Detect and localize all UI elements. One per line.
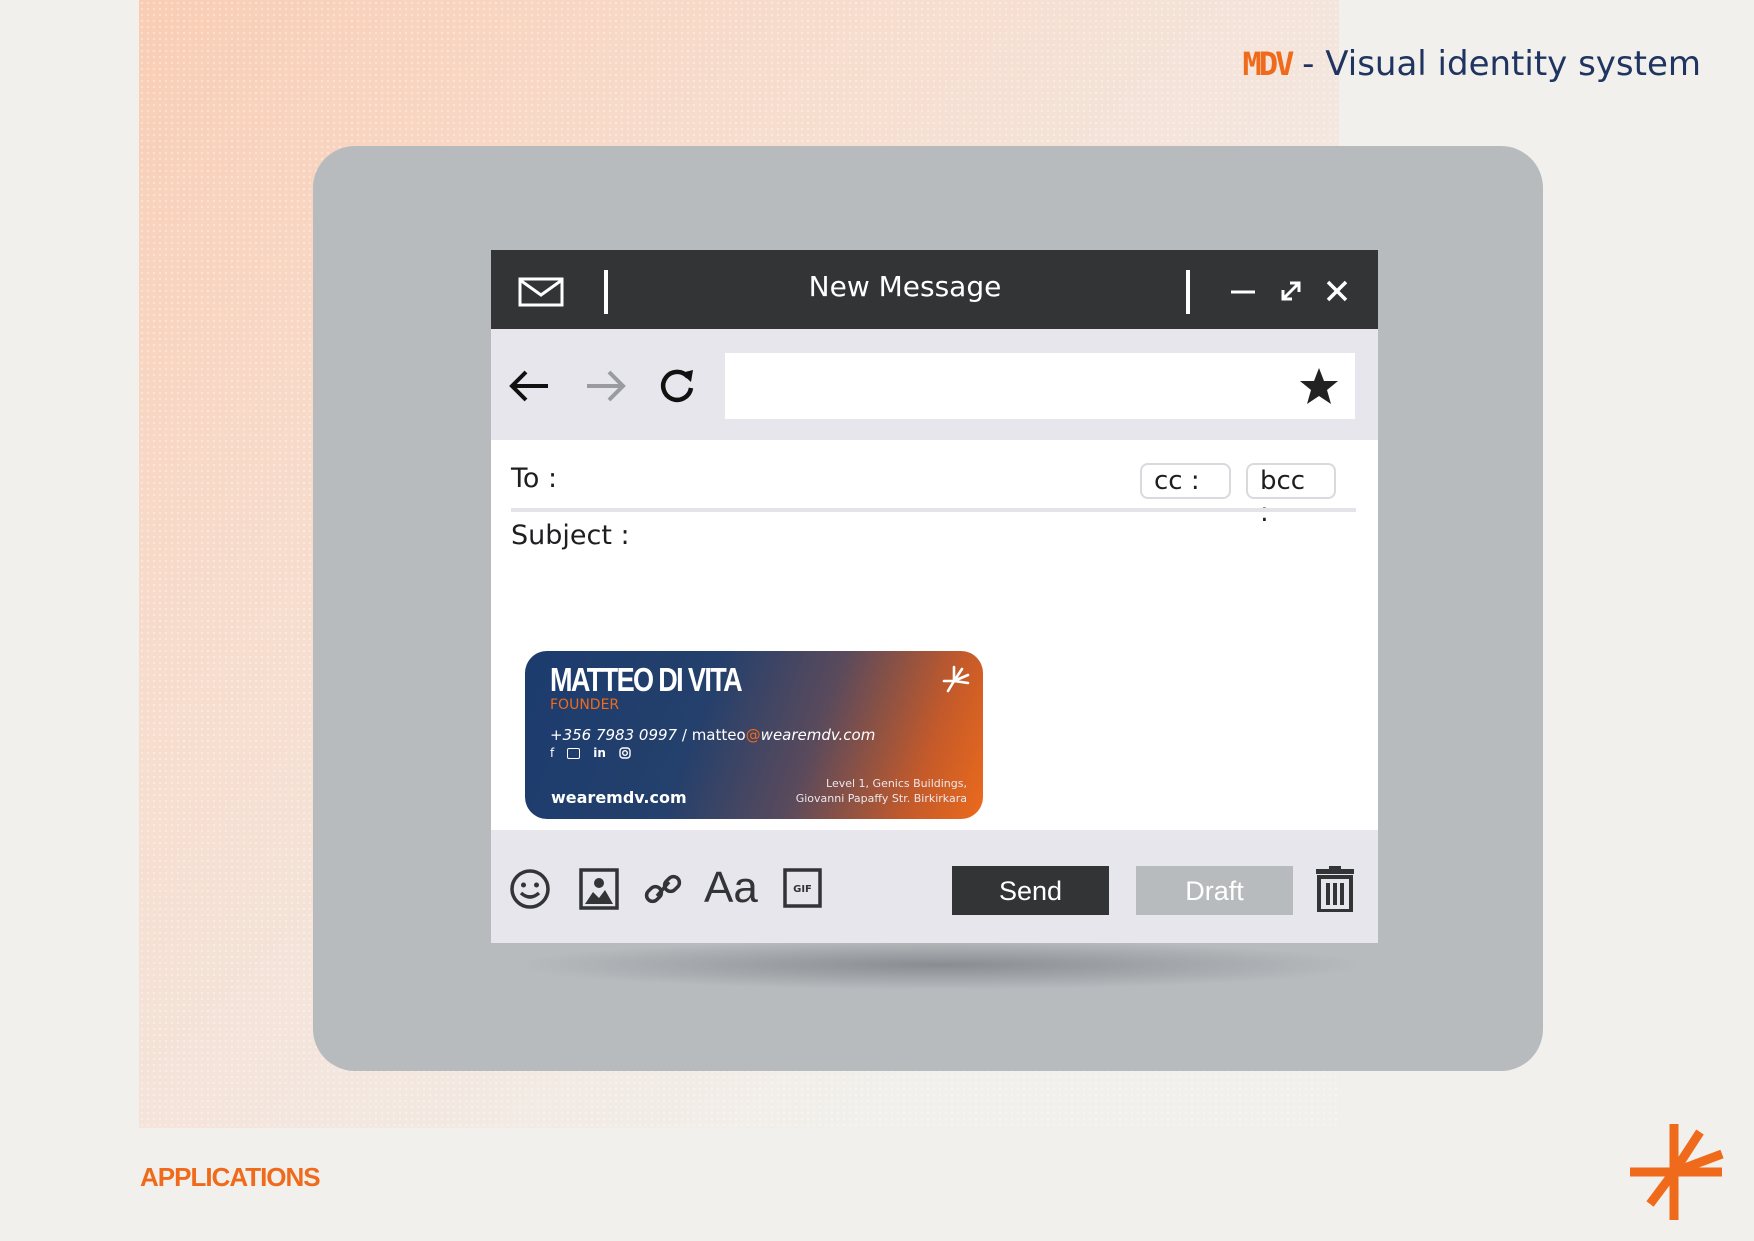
signature-email-domain: wearemdv.com: [760, 726, 876, 744]
trash-icon[interactable]: [1315, 866, 1355, 912]
brand-wordmark: MDV: [1242, 45, 1295, 83]
email-compose-window: New Message To: cc: bcc: Subject: MA…: [491, 250, 1378, 943]
send-button[interactable]: Send: [952, 866, 1109, 915]
page-header: MDV - Visual identity system: [1243, 44, 1701, 84]
field-divider: [511, 508, 1356, 512]
section-label: APPLICATIONS: [140, 1162, 321, 1192]
signature-phone: +356 7983 0997: [550, 726, 678, 744]
signature-website: wearemdv.com: [551, 788, 687, 807]
window-title: New Message: [808, 270, 1002, 303]
contact-separator: /: [677, 726, 692, 744]
text-format-button[interactable]: Aa: [704, 866, 758, 910]
signature-address: Level 1, Genics Buildings, Giovanni Papa…: [796, 776, 967, 806]
gif-icon[interactable]: GIF: [783, 868, 822, 908]
linkedin-icon[interactable]: in: [593, 746, 606, 760]
window-shadow: [510, 940, 1370, 990]
signature-role: FOUNDER: [550, 697, 620, 713]
maximize-icon[interactable]: [1276, 276, 1306, 306]
brand-burst-icon: [1630, 1124, 1724, 1220]
email-signature-card: MATTEO DI VITA FOUNDER +356 7983 0997 / …: [525, 651, 983, 819]
image-icon[interactable]: [579, 868, 619, 910]
header-separator: -: [1291, 44, 1326, 84]
signature-social-links: f in: [550, 746, 631, 760]
signature-contact: +356 7983 0997 / matteo@wearemdv.com: [550, 726, 875, 744]
to-field-label[interactable]: To :: [511, 463, 557, 494]
signature-email-at: @: [745, 726, 761, 744]
bookmark-star-icon[interactable]: [1299, 367, 1339, 405]
navigation-bar: [491, 329, 1378, 440]
signature-address-line: Level 1, Genics Buildings,: [826, 777, 967, 790]
emoji-icon[interactable]: [509, 868, 551, 910]
instagram-icon[interactable]: [619, 747, 631, 759]
cc-button[interactable]: cc :: [1140, 463, 1231, 499]
youtube-icon[interactable]: [567, 747, 581, 759]
link-icon[interactable]: [643, 868, 683, 910]
gif-label: GIF: [793, 884, 812, 895]
signature-address-line: Giovanni Papaffy Str. Birkirkara: [795, 792, 967, 805]
bcc-button[interactable]: bcc :: [1246, 463, 1336, 528]
forward-arrow-icon[interactable]: [583, 364, 627, 408]
brand-burst-icon: [942, 665, 970, 693]
address-bar[interactable]: [725, 353, 1355, 419]
back-arrow-icon[interactable]: [508, 364, 552, 408]
subject-field-label[interactable]: Subject :: [511, 520, 630, 551]
facebook-icon[interactable]: f: [550, 746, 554, 760]
signature-email-user: matteo: [691, 726, 746, 744]
draft-button[interactable]: Draft: [1136, 866, 1293, 915]
header-title: Visual identity system: [1325, 44, 1701, 84]
compose-toolbar: Aa GIF Send Draft: [491, 830, 1378, 943]
title-bar: New Message: [491, 250, 1378, 329]
minimize-icon[interactable]: [1228, 276, 1258, 306]
refresh-icon[interactable]: [655, 364, 699, 408]
title-divider: [1186, 270, 1190, 314]
close-icon[interactable]: [1322, 276, 1352, 306]
signature-name: MATTEO DI VITA: [550, 661, 743, 698]
